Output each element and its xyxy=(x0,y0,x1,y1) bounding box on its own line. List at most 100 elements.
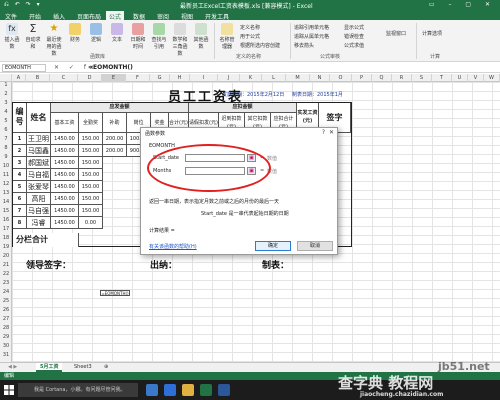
row-header[interactable]: 14 xyxy=(0,199,12,205)
column-header[interactable]: E xyxy=(102,74,126,82)
add-sheet-icon[interactable]: ⊕ xyxy=(100,363,112,372)
column-header[interactable]: W xyxy=(484,74,500,82)
cancel-button[interactable]: 取消 xyxy=(297,241,333,251)
row-header[interactable]: 15 xyxy=(0,208,12,214)
row-header[interactable]: 31 xyxy=(0,352,12,358)
row-header[interactable]: 24 xyxy=(0,289,12,295)
cell-base[interactable]: 1450.00 xyxy=(51,217,79,229)
sheet-tab-may-salary[interactable]: 5月工资 xyxy=(36,363,63,372)
cell-base[interactable]: 1450.00 xyxy=(51,181,79,193)
word-icon[interactable] xyxy=(218,384,230,396)
column-header[interactable]: R xyxy=(392,74,412,82)
tab-insert[interactable]: 插入 xyxy=(50,11,68,21)
column-header[interactable]: U xyxy=(452,74,468,82)
excel-icon[interactable] xyxy=(200,384,212,396)
help-link[interactable]: 有关该函数的帮助(H) xyxy=(149,243,197,250)
row-header[interactable]: 19 xyxy=(0,244,12,250)
cell-no[interactable]: 7 xyxy=(13,205,27,217)
cell-base[interactable]: 1450.00 xyxy=(51,145,79,157)
row-header[interactable]: 11 xyxy=(0,172,12,178)
lookup-button[interactable]: 查找与引用 xyxy=(150,23,168,50)
column-header[interactable]: T xyxy=(432,74,452,82)
close-icon[interactable]: ✕ xyxy=(329,129,334,136)
row-header[interactable]: 22 xyxy=(0,271,12,277)
ok-button[interactable]: 确定 xyxy=(255,241,291,251)
cell-base[interactable]: 1450.00 xyxy=(51,169,79,181)
use-in-formula-button[interactable]: 用于公式 xyxy=(240,33,260,40)
row-header[interactable]: 23 xyxy=(0,280,12,286)
row-header[interactable]: 6 xyxy=(0,127,12,133)
formula-cell[interactable]: =EOMONTH() xyxy=(100,290,130,296)
tab-developer[interactable]: 开发工具 xyxy=(202,11,232,21)
watch-window-button[interactable]: 监视窗口 xyxy=(386,30,406,37)
row-header[interactable]: 16 xyxy=(0,217,12,223)
cell-base[interactable]: 1450.00 xyxy=(51,157,79,169)
row-header[interactable]: 29 xyxy=(0,334,12,340)
row-header[interactable]: 20 xyxy=(0,253,12,259)
cell-no[interactable]: 3 xyxy=(13,157,27,169)
row-header[interactable]: 10 xyxy=(0,163,12,169)
row-header[interactable]: 18 xyxy=(0,235,12,241)
window-controls[interactable]: ▭ – ▢ ✕ xyxy=(429,1,496,8)
cell-name[interactable]: 高阳 xyxy=(27,193,51,205)
row-header[interactable]: 17 xyxy=(0,226,12,232)
column-header[interactable]: H xyxy=(170,74,190,82)
cell-attendance[interactable]: 150.00 xyxy=(79,157,103,169)
define-name-button[interactable]: 定义名称 xyxy=(240,24,260,31)
row-header[interactable]: 3 xyxy=(0,100,12,106)
column-header[interactable]: K xyxy=(240,74,262,82)
financial-button[interactable]: 财务 xyxy=(66,23,84,49)
cell-attendance[interactable]: 150.00 xyxy=(79,181,103,193)
cell-allowance[interactable]: 200.00 xyxy=(103,145,127,157)
column-header[interactable]: V xyxy=(468,74,484,82)
cortana-search-box[interactable]: 我是 Cortana，小娜。有问题尽管问我。 xyxy=(18,383,138,397)
cell-base[interactable]: 1450.00 xyxy=(51,193,79,205)
file-explorer-icon[interactable] xyxy=(182,384,194,396)
row-header[interactable]: 25 xyxy=(0,298,12,304)
cell-no[interactable]: 6 xyxy=(13,193,27,205)
cell-allowance[interactable]: 200.00 xyxy=(103,133,127,145)
cell-no[interactable]: 8 xyxy=(13,217,27,229)
show-formulas-button[interactable]: 显示公式 xyxy=(344,24,364,31)
cell-attendance[interactable]: 150.00 xyxy=(79,205,103,217)
tab-data[interactable]: 数据 xyxy=(130,11,148,21)
column-header[interactable]: B xyxy=(26,74,50,82)
column-header[interactable]: A xyxy=(12,74,26,82)
row-header[interactable]: 8 xyxy=(0,145,12,151)
cell-base[interactable]: 1450.00 xyxy=(51,205,79,217)
cell-name[interactable]: 马自福 xyxy=(27,169,51,181)
column-header[interactable]: F xyxy=(126,74,150,82)
quick-access-toolbar[interactable]: ⎌ ↶ ↷ ▾ xyxy=(4,1,42,9)
column-header[interactable]: N xyxy=(310,74,330,82)
tab-review[interactable]: 审阅 xyxy=(154,11,172,21)
cell-name[interactable]: 王卫明 xyxy=(27,133,51,145)
column-header[interactable]: G xyxy=(150,74,170,82)
cell-no[interactable]: 4 xyxy=(13,169,27,181)
cell-name[interactable]: 冯睿 xyxy=(27,217,51,229)
trace-precedents-button[interactable]: 追踪引用单元格 xyxy=(294,24,329,31)
sheet-nav-arrows[interactable]: ◀ ▶ xyxy=(4,363,21,372)
task-view-icon[interactable] xyxy=(146,384,158,396)
cell-attendance[interactable]: 150.00 xyxy=(79,169,103,181)
select-all-corner[interactable] xyxy=(0,74,12,82)
error-checking-button[interactable]: 错误检查 xyxy=(344,33,364,40)
edge-icon[interactable] xyxy=(164,384,176,396)
column-header[interactable]: M xyxy=(286,74,310,82)
column-header[interactable]: O xyxy=(330,74,352,82)
insert-function-button[interactable]: fx 插入函数 xyxy=(3,23,21,50)
column-header[interactable]: C xyxy=(50,74,78,82)
cell-no[interactable]: 5 xyxy=(13,181,27,193)
windows-start-icon[interactable] xyxy=(4,385,14,395)
column-header[interactable]: D xyxy=(78,74,102,82)
row-header[interactable]: 21 xyxy=(0,262,12,268)
math-button[interactable]: 数学和三角函数 xyxy=(171,23,189,57)
more-functions-button[interactable]: 其他函数 xyxy=(192,23,210,50)
calculation-options-button[interactable]: 计算选项 xyxy=(422,30,442,37)
tab-page-layout[interactable]: 页面布局 xyxy=(74,11,104,21)
cell-name[interactable]: 马自强 xyxy=(27,205,51,217)
cell-name[interactable]: 张爱琴 xyxy=(27,181,51,193)
logical-button[interactable]: 逻辑 xyxy=(87,23,105,49)
cell-attendance[interactable]: 150.00 xyxy=(79,145,103,157)
row-header[interactable]: 4 xyxy=(0,109,12,115)
cell-no[interactable]: 2 xyxy=(13,145,27,157)
